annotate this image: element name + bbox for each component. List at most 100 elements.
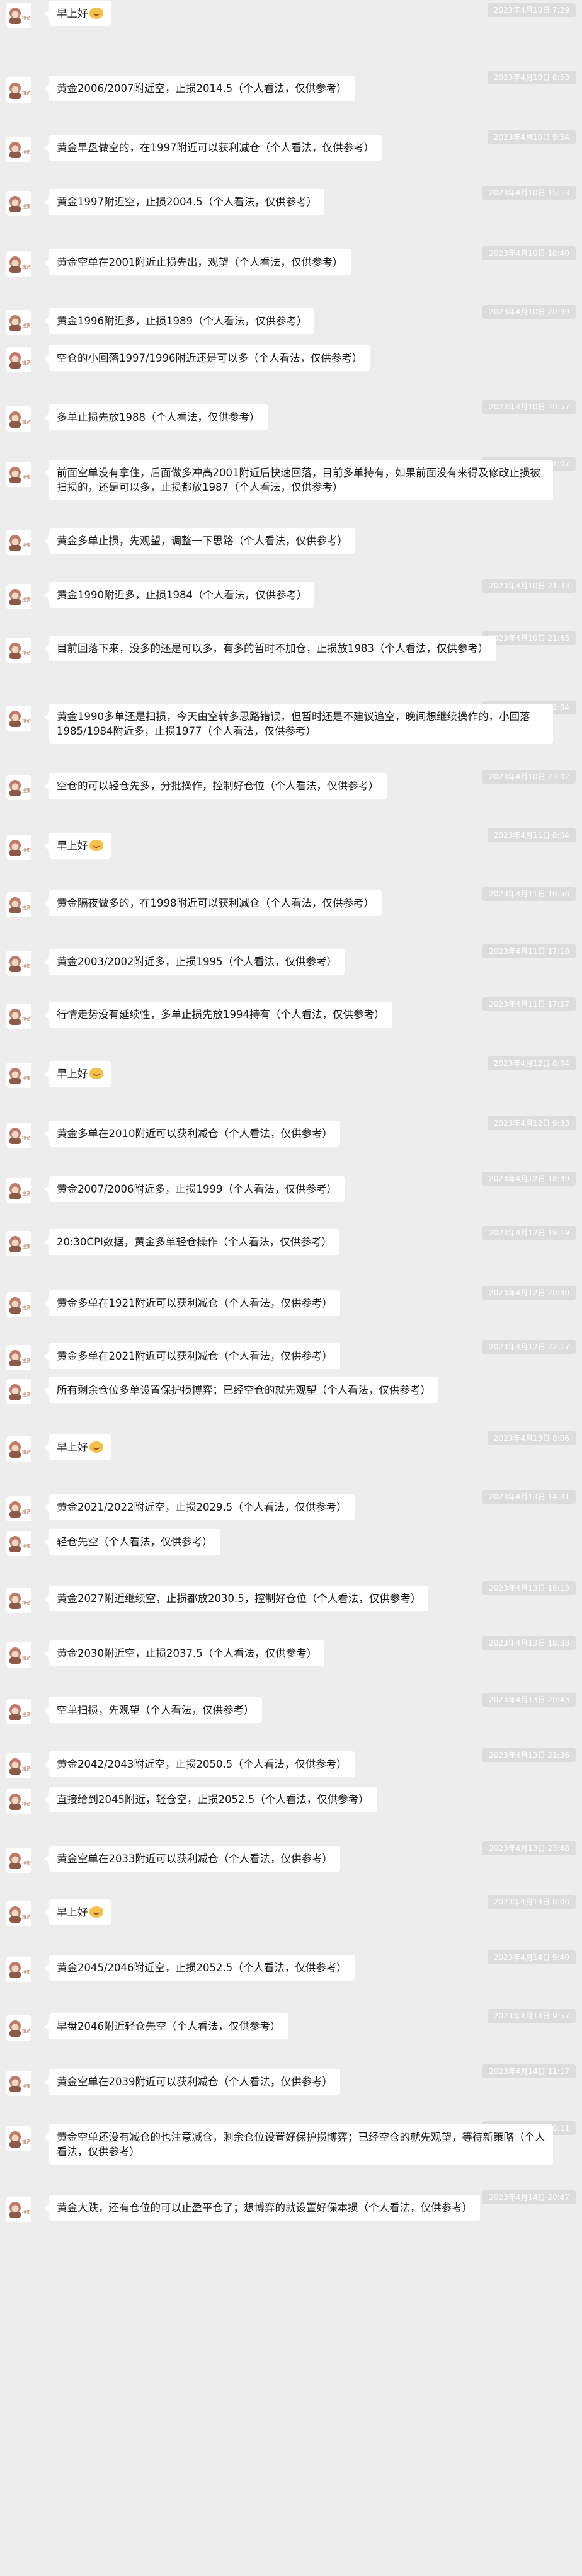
sender-avatar[interactable]: 投资 (6, 1753, 31, 1778)
message-timestamp: 2023年4月12日 19:19 (482, 1226, 576, 1240)
message-bubble[interactable]: 目前回落下来，没多的还是可以多，有多的暂时不加仓，止损放1983（个人看法，仅供… (44, 636, 496, 661)
message-timestamp: 2023年4月11日 10:56 (482, 887, 576, 901)
sender-avatar[interactable]: 投资 (6, 77, 31, 103)
message-bubble[interactable]: 黄金空单还没有减仓的也注意减仓，剩余仓位设置好保护损博弈；已经空仓的就先观望，等… (44, 2124, 553, 2165)
svg-text:投资: 投资 (22, 1914, 31, 1920)
svg-text:投资: 投资 (22, 1358, 31, 1363)
sender-avatar[interactable]: 投资 (6, 462, 31, 487)
sender-avatar[interactable]: 投资 (6, 951, 31, 976)
message-bubble[interactable]: 直接给到2045附近，轻仓空，止损2052.5（个人看法，仅供参考） (44, 1787, 377, 1812)
message-bubble[interactable]: 黄金1990附近多，止损1984（个人看法，仅供参考） (43, 582, 315, 608)
message-bubble[interactable]: 黄金2027附近继续空，止损都放2030.5，控制好仓位（个人看法，仅供参考） (43, 1586, 429, 1611)
message-text: 直接给到2045附近，轻仓空，止损2052.5（个人看法，仅供参考） (57, 1794, 369, 1806)
message-bubble[interactable]: 黄金多单止损，先观望，调整一下思路（个人看法，仅供参考） (44, 528, 355, 554)
message-bubble[interactable]: 黄金多单在1921附近可以获利减仓（个人看法，仅供参考） (44, 1290, 340, 1316)
sender-avatar[interactable]: 投资 (6, 706, 31, 731)
message-bubble[interactable]: 早上好 (44, 1061, 111, 1087)
message-bubble[interactable]: 黄金1997附近空，止损2004.5（个人看法，仅供参考） (43, 189, 325, 215)
sender-avatar[interactable]: 投资 (6, 191, 31, 216)
sender-avatar[interactable]: 投资 (6, 137, 31, 162)
sender-avatar[interactable]: 投资 (6, 1231, 31, 1256)
message-bubble[interactable]: 早上好 (44, 1899, 111, 1925)
sender-avatar[interactable]: 投资 (6, 1531, 31, 1556)
message-timestamp: 2023年4月14日 11:17 (482, 2064, 576, 2078)
sender-avatar[interactable]: 投资 (6, 1789, 31, 1814)
message-bubble[interactable]: 前面空单没有拿住，后面做多冲高2001附近后快速回落，目前多单持有，如果前面没有… (44, 460, 553, 500)
sender-avatar[interactable]: 投资 (6, 1178, 31, 1203)
sender-avatar[interactable]: 投资 (6, 638, 31, 663)
message-bubble[interactable]: 20:30CPI数据，黄金多单轻仓操作（个人看法，仅供参考） (44, 1229, 340, 1255)
sender-avatar[interactable]: 投资 (6, 584, 31, 609)
sender-avatar[interactable]: 投资 (6, 1699, 31, 1724)
message-bubble[interactable]: 黄金空单在2001附近止损先出，观望（个人看法，仅供参考） (44, 249, 351, 275)
message-bubble[interactable]: 黄金多单在2021附近可以获利减仓（个人看法，仅供参考） (44, 1343, 340, 1369)
sender-avatar[interactable]: 投资 (6, 1901, 31, 1926)
sender-avatar[interactable]: 投资 (6, 1004, 31, 1029)
smiling-face-icon (89, 8, 103, 19)
message-bubble[interactable]: 黄金大跌，还有仓位的可以止盈平仓了；想博弈的就设置好保本损（个人看法，仅供参考） (44, 2195, 480, 2221)
message-bubble[interactable]: 早盘2046附近轻仓先空（个人看法，仅供参考） (44, 2013, 288, 2039)
sender-avatar[interactable]: 投资 (6, 310, 31, 335)
message-bubble[interactable]: 早上好 (44, 1434, 111, 1460)
message-bubble[interactable]: 黄金2007/2006附近多，止损1999（个人看法，仅供参考） (43, 1176, 345, 1202)
sender-avatar[interactable]: 投资 (6, 2126, 31, 2151)
sender-avatar[interactable]: 投资 (6, 835, 31, 860)
message-bubble[interactable]: 行情走势没有延续性，多单止损先放1994持有（个人看法，仅供参考） (44, 1002, 392, 1028)
message-bubble[interactable]: 黄金2030附近空，止损2037.5（个人看法，仅供参考） (43, 1640, 325, 1666)
message-bubble[interactable]: 黄金隔夜做多的，在1998附近可以获利减仓（个人看法，仅供参考） (44, 890, 382, 916)
sender-avatar[interactable]: 投资 (6, 1848, 31, 1873)
message-bubble[interactable]: 早上好 (44, 833, 111, 859)
sender-avatar[interactable]: 投资 (6, 1436, 31, 1462)
svg-text:投资: 投资 (22, 787, 31, 793)
sender-avatar[interactable]: 投资 (6, 1379, 31, 1404)
svg-text:投资: 投资 (22, 650, 31, 656)
message-bubble[interactable]: 黄金2042/2043附近空，止损2050.5（个人看法，仅供参考） (44, 1751, 355, 1777)
svg-text:投资: 投资 (22, 1191, 31, 1196)
message-bubble[interactable]: 早上好 (44, 1, 111, 26)
sender-avatar[interactable]: 投资 (6, 1957, 31, 1982)
sender-avatar[interactable]: 投资 (6, 1588, 31, 1613)
message-bubble[interactable]: 黄金1996附近多，止损1989（个人看法，仅供参考） (43, 308, 315, 334)
svg-text:投资: 投资 (22, 323, 31, 328)
sender-avatar[interactable]: 投资 (6, 406, 31, 432)
message-text: 黄金2003/2002附近多，止损1995（个人看法，仅供参考） (57, 956, 338, 968)
svg-text:投资: 投资 (22, 847, 31, 853)
sender-avatar[interactable]: 投资 (6, 530, 31, 555)
message-bubble[interactable]: 黄金1990多单还是扫损，今天由空转多思路错误，但暂时还是不建议追空，晚间想继续… (44, 704, 553, 744)
message-bubble[interactable]: 空仓的小回落1997/1996附近还是可以多（个人看法，仅供参考） (44, 345, 370, 371)
sender-avatar[interactable]: 投资 (6, 1496, 31, 1521)
message-bubble[interactable]: 黄金空单在2039附近可以获利减仓（个人看法，仅供参考） (44, 2069, 340, 2095)
message-bubble[interactable]: 所有剩余仓位多单设置保护损博弈；已经空仓的就先观望（个人看法，仅供参考） (44, 1377, 438, 1403)
message-bubble[interactable]: 轻仓先空（个人看法，仅供参考） (44, 1529, 220, 1555)
sender-avatar[interactable]: 投资 (6, 1345, 31, 1370)
svg-text:投资: 投资 (22, 2209, 31, 2215)
message-bubble[interactable]: 空仓的可以轻仓先多，分批操作，控制好仓位（个人看法，仅供参考） (44, 773, 387, 799)
message-timestamp: 2023年4月12日 22:17 (482, 1340, 576, 1354)
sender-avatar[interactable]: 投资 (6, 3, 31, 28)
message-bubble[interactable]: 多单止损先放1988（个人看法，仅供参考） (44, 404, 268, 430)
message-bubble[interactable]: 黄金多单在2010附近可以获利减仓（个人看法，仅供参考） (44, 1121, 340, 1147)
sender-avatar[interactable]: 投资 (6, 892, 31, 917)
message-bubble[interactable]: 黄金空单在2033附近可以获利减仓（个人看法，仅供参考） (44, 1846, 340, 1872)
message-bubble[interactable]: 黄金2045/2046附近空，止损2052.5（个人看法，仅供参考） (44, 1955, 355, 1981)
sender-avatar[interactable]: 投资 (6, 251, 31, 277)
message-bubble[interactable]: 空单扫损，先观望（个人看法，仅供参考） (44, 1697, 262, 1723)
message-bubble[interactable]: 黄金2006/2007附近空，止损2014.5（个人看法，仅供参考） (44, 76, 355, 101)
svg-text:投资: 投资 (22, 1712, 31, 1717)
sender-avatar[interactable]: 投资 (6, 2015, 31, 2041)
sender-avatar[interactable]: 投资 (6, 1063, 31, 1088)
sender-avatar[interactable]: 投资 (6, 347, 31, 372)
sender-avatar[interactable]: 投资 (6, 775, 31, 800)
sender-avatar[interactable]: 投资 (6, 2197, 31, 2222)
sender-avatar[interactable]: 投资 (6, 1292, 31, 1317)
svg-text:投资: 投资 (22, 1449, 31, 1455)
sender-avatar[interactable]: 投资 (6, 1123, 31, 1148)
message-bubble[interactable]: 黄金2021/2022附近空，止损2029.5（个人看法，仅供参考） (44, 1494, 355, 1520)
sender-avatar[interactable]: 投资 (6, 2071, 31, 2096)
message-timestamp: 2023年4月13日 21:36 (482, 1748, 576, 1762)
smiling-face-icon (89, 1068, 103, 1079)
sender-avatar[interactable]: 投资 (6, 1642, 31, 1668)
message-text: 黄金1990附近多，止损1984（个人看法，仅供参考） (57, 589, 307, 601)
message-bubble[interactable]: 黄金2003/2002附近多，止损1995（个人看法，仅供参考） (43, 949, 345, 975)
message-bubble[interactable]: 黄金早盘做空的，在1997附近可以获利减仓（个人看法，仅供参考） (44, 135, 382, 161)
